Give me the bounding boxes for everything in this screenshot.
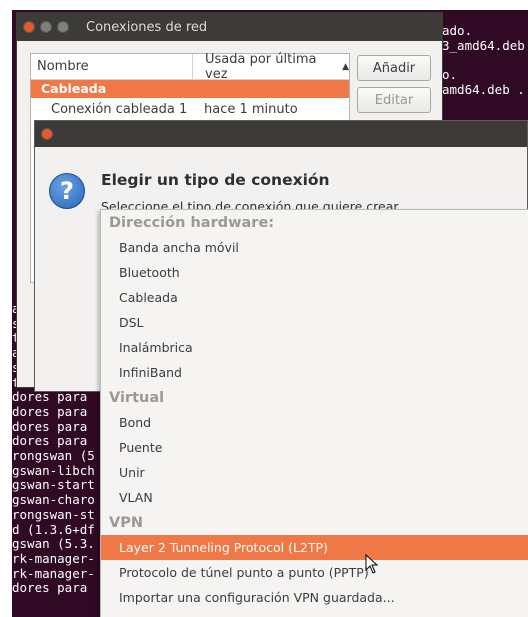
maximize-icon[interactable] [57,21,69,33]
dialog-heading: Elegir un tipo de conexión [101,171,330,189]
menu-section-header: Virtual [109,389,165,406]
list-header: Nombre Usada por última vez ▲ [31,52,349,82]
dialog-titlebar [35,121,527,147]
column-header-name[interactable]: Nombre [31,54,193,79]
mouse-pointer-icon [365,554,379,574]
menu-section-header: VPN [109,514,143,531]
menu-item[interactable]: Banda ancha móvil [101,235,528,260]
minimize-icon[interactable] [40,21,52,33]
menu-item[interactable]: InfiniBand [101,360,528,385]
connection-last-used: hace 1 minuto [204,101,298,117]
question-icon: ? [49,173,85,209]
close-icon[interactable] [23,21,35,33]
close-icon[interactable] [41,128,53,140]
window-title: Conexiones de red [86,19,208,35]
menu-item[interactable]: Bluetooth [101,260,528,285]
menu-item[interactable]: Puente [101,435,528,460]
add-button[interactable]: Añadir [357,55,431,81]
connection-name: Conexión cableada 1 [51,101,188,117]
menu-item[interactable]: Inalámbrica [101,335,528,360]
terminal-output-top: ado. 3_amd64.deb o. amd64.deb . [442,23,525,97]
screen: ado. 3_amd64.deb o. amd64.deb . aqu sem … [12,10,528,617]
menu-item[interactable]: Importar una configuración VPN guardada.… [101,585,528,610]
menu-item[interactable]: Protocolo de túnel punto a punto (PPTP) [101,560,528,585]
menu-item[interactable]: Unir [101,460,528,485]
window-titlebar: Conexiones de red [17,13,442,41]
menu-item[interactable]: VLAN [101,485,528,510]
list-group-wired[interactable]: Cableada [31,80,349,98]
list-item[interactable]: Conexión cableada 1 hace 1 minuto [31,98,349,120]
edit-button[interactable]: Editar [357,87,431,113]
connection-type-dropdown: Dirección hardware: Banda ancha móvil Blue… [100,209,528,617]
menu-item[interactable]: Cableada [101,285,528,310]
menu-item[interactable]: DSL [101,310,528,335]
menu-item[interactable]: Bond [101,410,528,435]
menu-item[interactable]: Layer 2 Tunneling Protocol (L2TP) [101,535,528,560]
menu-section-header: Dirección hardware: [109,214,275,231]
column-header-last-used-label: Usada por última vez [205,51,317,82]
sort-ascending-icon: ▲ [342,61,349,72]
column-header-last-used[interactable]: Usada por última vez ▲ [193,52,349,82]
